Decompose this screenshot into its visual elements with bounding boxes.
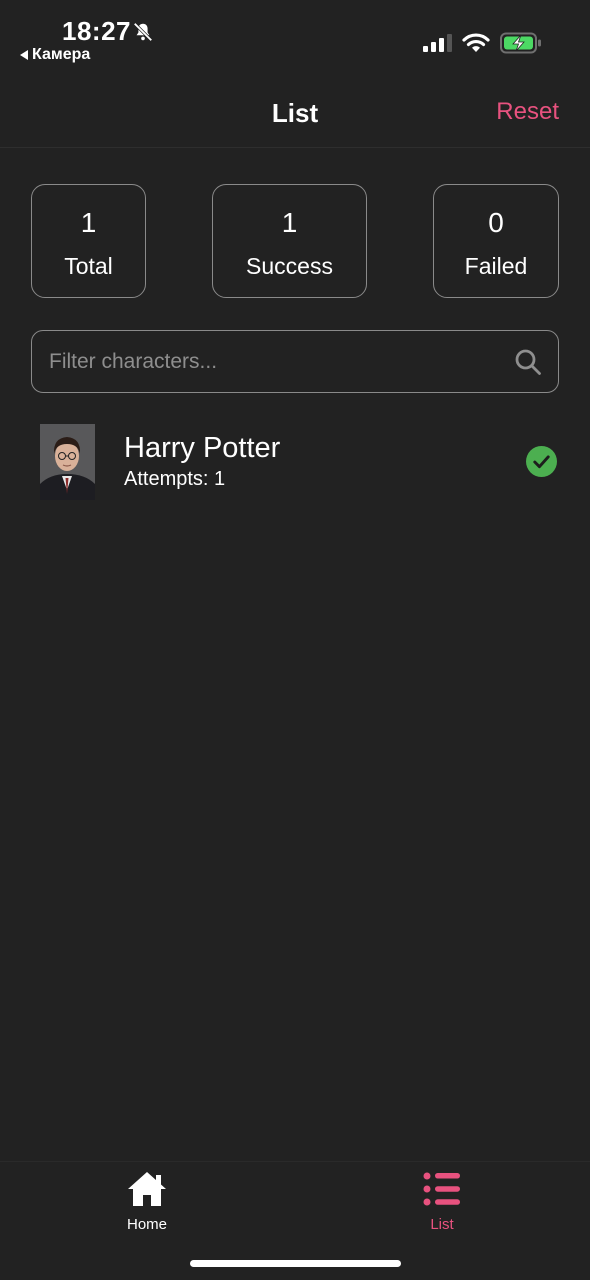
signal-icon [423, 34, 452, 52]
status-time: 18:27 [62, 16, 131, 46]
wifi-icon [462, 33, 490, 52]
battery-charging-icon [500, 32, 541, 54]
screen: 18:27 Камера List Reset 1 Total 1 Succes… [0, 0, 590, 1280]
back-arrow-icon [20, 50, 28, 60]
reset-button[interactable]: Reset [496, 98, 559, 126]
list-icon [423, 1172, 460, 1206]
stat-card-total: 1 Total [31, 184, 146, 298]
tab-home[interactable]: Home [87, 1170, 207, 1233]
stat-total-label: Total [64, 253, 113, 279]
stat-failed-value: 0 [488, 207, 504, 238]
check-circle-icon [526, 446, 557, 477]
tab-home-label: Home [126, 1216, 167, 1233]
home-indicator [190, 1260, 401, 1267]
stat-card-success: 1 Success [212, 184, 367, 298]
bell-slash-icon [133, 22, 153, 42]
stat-success-label: Success [246, 253, 333, 279]
tab-list-label: List [430, 1216, 454, 1233]
header-divider [0, 147, 590, 148]
search-box [31, 330, 559, 393]
stat-card-failed: 0 Failed [433, 184, 559, 298]
home-icon [128, 1172, 166, 1206]
tabbar-divider [0, 1161, 590, 1162]
back-app-label: Камера [32, 46, 91, 63]
search-input[interactable] [47, 331, 491, 393]
search-icon[interactable] [514, 348, 542, 376]
tab-list[interactable]: List [382, 1170, 502, 1233]
avatar [40, 424, 95, 500]
list-item[interactable]: Harry Potter Attempts: 1 [40, 424, 560, 500]
stat-total-value: 1 [80, 207, 97, 238]
stat-success-value: 1 [281, 207, 298, 238]
stat-failed-label: Failed [464, 253, 528, 279]
back-to-app-link[interactable]: Камера [20, 46, 90, 64]
item-attempts: Attempts: 1 [124, 468, 226, 490]
item-name: Harry Potter [124, 432, 281, 464]
